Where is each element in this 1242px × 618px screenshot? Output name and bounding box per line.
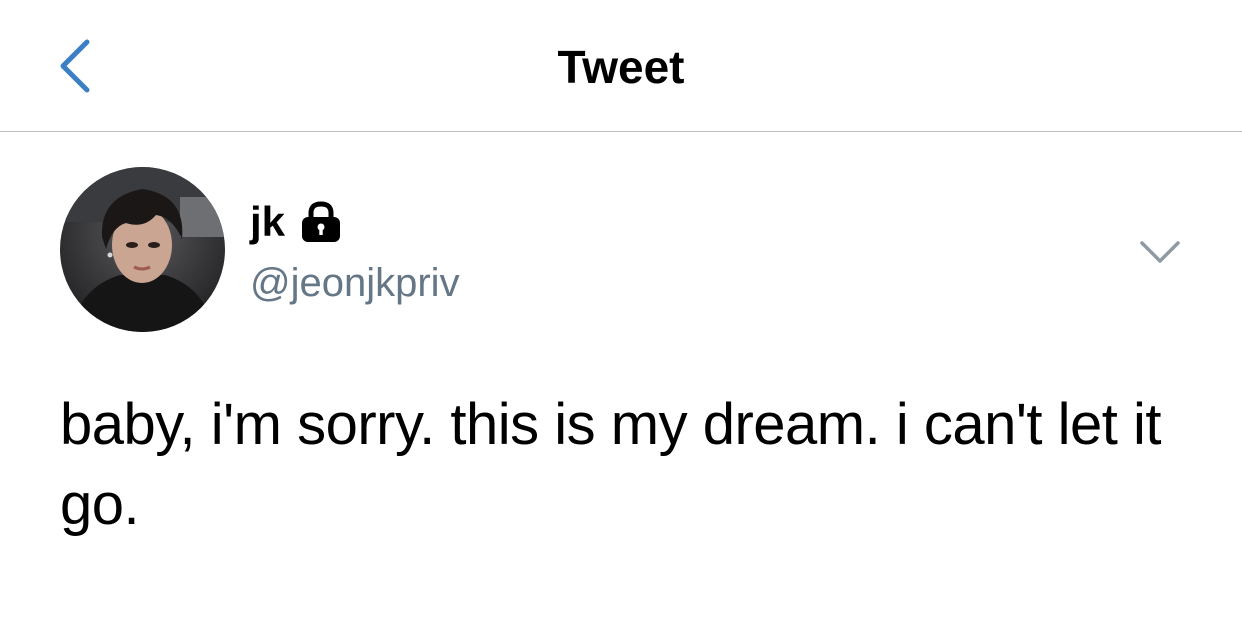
author-display-name[interactable]: jk	[250, 196, 285, 248]
navigation-bar: Tweet	[0, 0, 1242, 132]
lock-icon	[299, 200, 343, 248]
tweet-options-button[interactable]	[1136, 228, 1184, 276]
author-name-row: jk	[250, 196, 343, 248]
tweet-text: baby, i'm sorry. this is my dream. i can…	[60, 392, 1162, 537]
profile-photo	[60, 167, 225, 332]
chevron-down-icon	[1140, 241, 1180, 263]
author-handle[interactable]: @jeonjkpriv	[250, 258, 460, 308]
page-title: Tweet	[557, 41, 685, 93]
avatar[interactable]	[60, 167, 225, 332]
